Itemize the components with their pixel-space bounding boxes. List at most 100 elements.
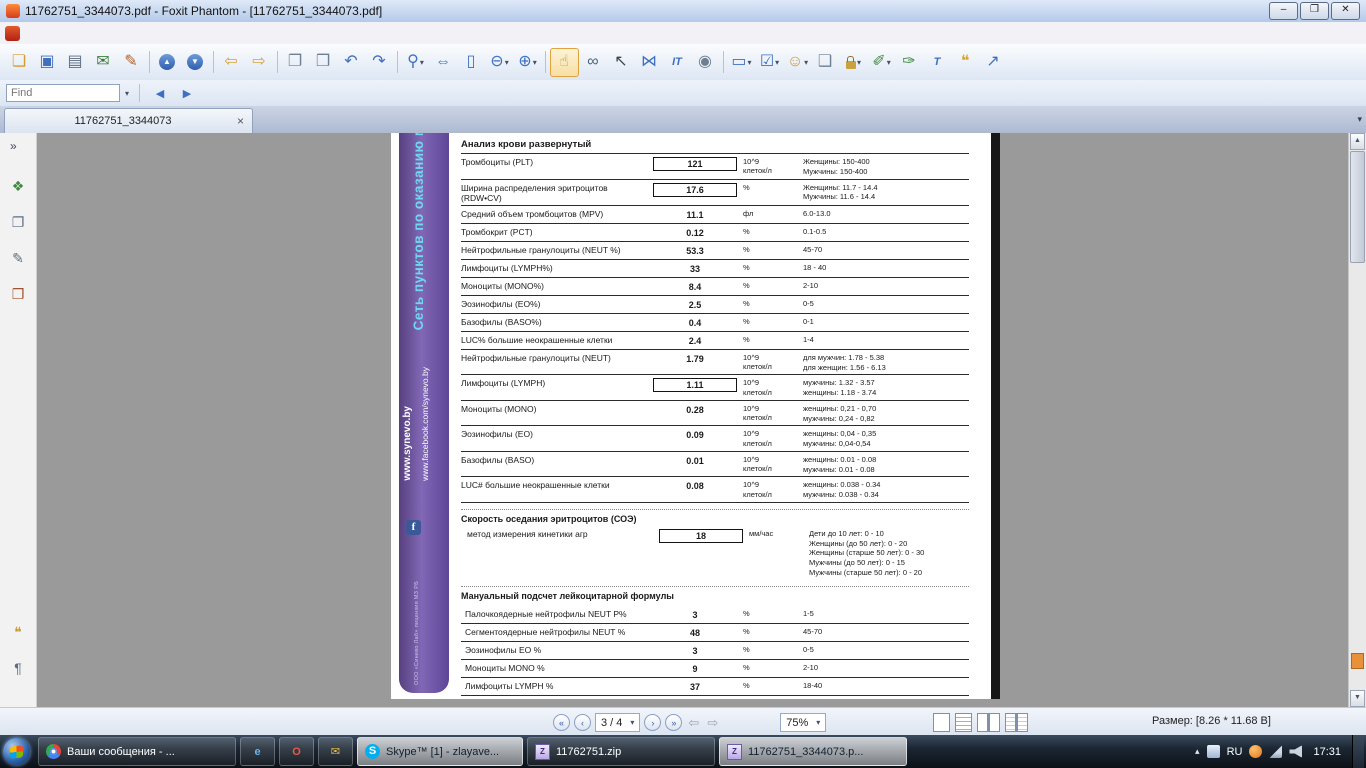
next-view-button[interactable]: ⇨ <box>705 715 720 731</box>
pdf-zip-taskbar-button[interactable]: Z 11762751_3344073.p... <box>719 737 907 766</box>
menu-item[interactable] <box>138 31 154 35</box>
zoom-in-button[interactable]: ⊕ ▾ <box>514 49 541 76</box>
search-binoculars-button[interactable]: ⋈ <box>636 49 663 76</box>
language-indicator[interactable]: RU <box>1227 746 1243 758</box>
Лимфоциты (LYMPH): Лимфоциты (LYMPH) 1.11 10^9 клеток/л муж… <box>461 375 969 401</box>
next-page-button[interactable]: › <box>644 714 661 731</box>
vertical-scrollbar[interactable]: ▲ ▼ <box>1348 133 1366 707</box>
scrollbar-thumb[interactable] <box>1350 151 1365 263</box>
previous-view-button[interactable]: ▲ <box>154 49 181 76</box>
email-button[interactable]: ✉ <box>90 49 117 76</box>
toolbar-button <box>149 51 150 73</box>
hidden-icons-chevron-icon[interactable]: ▴ <box>1195 746 1200 757</box>
find-input[interactable] <box>6 84 120 102</box>
reading-mode-button[interactable]: ∞ <box>580 49 607 76</box>
continuous-view-button[interactable] <box>955 713 972 732</box>
paste-clipboard-button[interactable]: ❐ <box>282 49 309 76</box>
toolbar-icon: ∞ <box>587 54 598 70</box>
facing-view-button[interactable] <box>977 713 1000 732</box>
foxit-app-icon[interactable] <box>5 26 20 41</box>
show-desktop-button[interactable] <box>1352 735 1364 768</box>
scroll-page-indicator[interactable] <box>1351 653 1364 669</box>
facebook-icon: f <box>406 520 421 535</box>
share-button[interactable]: ↗ <box>980 49 1007 76</box>
scroll-up-arrow-icon[interactable]: ▲ <box>1350 133 1365 150</box>
find-next-button[interactable]: ▶ <box>175 83 199 103</box>
continuous-facing-view-button[interactable] <box>1005 713 1028 732</box>
typewriter-button[interactable]: T <box>924 49 951 76</box>
attach-file-button[interactable]: ❑ <box>812 49 839 76</box>
redo-button[interactable]: ↷ <box>366 49 393 76</box>
print-button[interactable]: ▤ <box>62 49 89 76</box>
attachments-panel-button[interactable]: ¶ <box>7 657 29 679</box>
network-icon[interactable] <box>1269 745 1282 758</box>
find-previous-button[interactable]: ◀ <box>148 83 172 103</box>
select-annotation-button[interactable]: ↖ <box>608 49 635 76</box>
maximize-button[interactable]: ❐ <box>1300 2 1329 20</box>
tab-list-dropdown-icon[interactable]: ▾ <box>1357 114 1362 125</box>
snapshot-camera-button[interactable]: ◉ <box>692 49 719 76</box>
skype-taskbar-button[interactable]: S Skype™ [1] - zlayave... <box>357 737 523 766</box>
previous-page-button[interactable]: ‹ <box>574 714 591 731</box>
select-text-button[interactable]: IT <box>664 49 691 76</box>
pdf-page: Сеть пунктов по оказанию медиц www.synev… <box>391 133 991 699</box>
menu-item[interactable] <box>122 31 138 35</box>
find-options-dropdown-icon[interactable]: ▾ <box>123 87 131 100</box>
menu-item[interactable] <box>58 31 74 35</box>
close-button[interactable]: ✕ <box>1331 2 1360 20</box>
zip-taskbar-button[interactable]: Z 11762751.zip <box>527 737 715 766</box>
edit-content-button[interactable]: ✐ ▾ <box>868 49 895 76</box>
last-page-button[interactable]: » <box>665 714 682 731</box>
menu-item[interactable] <box>154 31 170 35</box>
mail-taskbar-button[interactable]: ✉ <box>318 737 353 766</box>
single-page-view-button[interactable] <box>933 713 950 732</box>
docusign-button[interactable]: ✎ <box>118 49 145 76</box>
menu-item[interactable] <box>106 31 122 35</box>
textbox-tool-button[interactable]: ▭ ▾ <box>728 49 755 76</box>
volume-icon[interactable] <box>1289 745 1302 758</box>
back-button[interactable]: ⇦ <box>218 49 245 76</box>
fit-page-button[interactable]: ▯ <box>458 49 485 76</box>
security-panel-button[interactable]: ❒ <box>7 283 29 305</box>
form-tools-button[interactable]: ☑ ▾ <box>756 49 783 76</box>
zoom-tool-button[interactable]: ⚲ ▾ <box>402 49 429 76</box>
sign-document-button[interactable]: ☺ ▾ <box>784 49 811 76</box>
result-unit: 10^9 клеток/л <box>741 353 803 372</box>
tab-close-icon[interactable]: × <box>235 114 246 128</box>
agent-app-icon[interactable] <box>1249 745 1262 758</box>
menu-item[interactable] <box>90 31 106 35</box>
protect-lock-button[interactable]: ▾ <box>840 49 867 76</box>
forward-button[interactable]: ⇨ <box>246 49 273 76</box>
note-comment-button[interactable]: ❝ <box>952 49 979 76</box>
open-button[interactable]: ❏ <box>6 49 33 76</box>
hand-tool-button[interactable]: ☝ <box>550 48 579 77</box>
zoom-out-button[interactable]: ⊖ ▾ <box>486 49 513 76</box>
paste-snapshot-button[interactable]: ❒ <box>310 49 337 76</box>
menu-item[interactable] <box>74 31 90 35</box>
pages-panel-button[interactable]: ❐ <box>7 211 29 233</box>
action-center-icon[interactable] <box>1207 745 1220 758</box>
fit-width-button[interactable]: ⇔ <box>430 49 457 76</box>
previous-view-button[interactable]: ⇦ <box>686 715 701 731</box>
save-button[interactable]: ▣ <box>34 49 61 76</box>
page-canvas[interactable]: Сеть пунктов по оказанию медиц www.synev… <box>37 133 1348 707</box>
scroll-down-arrow-icon[interactable]: ▼ <box>1350 690 1365 707</box>
undo-button[interactable]: ↶ <box>338 49 365 76</box>
opera-taskbar-button[interactable]: O <box>279 737 314 766</box>
menu-item[interactable] <box>26 31 42 35</box>
chrome-taskbar-button[interactable]: Ваши сообщения - ... <box>38 737 236 766</box>
signature-panel-button[interactable]: ✎ <box>7 247 29 269</box>
page-number-select[interactable]: 3 / 4 ▾ <box>595 713 640 732</box>
panel-expand-chevron-icon[interactable]: » <box>10 139 17 153</box>
start-button[interactable] <box>3 738 30 765</box>
menu-item[interactable] <box>42 31 58 35</box>
first-page-button[interactable]: « <box>553 714 570 731</box>
zoom-select[interactable]: 75% ▾ <box>780 713 826 732</box>
edit-text-button[interactable]: ✑ <box>896 49 923 76</box>
document-tab[interactable]: 11762751_3344073 × <box>4 108 253 133</box>
minimize-button[interactable]: – <box>1269 2 1298 20</box>
comments-panel-button[interactable]: ❝ <box>7 621 29 643</box>
ie-taskbar-button[interactable]: e <box>240 737 275 766</box>
layers-panel-button[interactable]: ❖ <box>7 175 29 197</box>
next-view-button[interactable]: ▼ <box>182 49 209 76</box>
